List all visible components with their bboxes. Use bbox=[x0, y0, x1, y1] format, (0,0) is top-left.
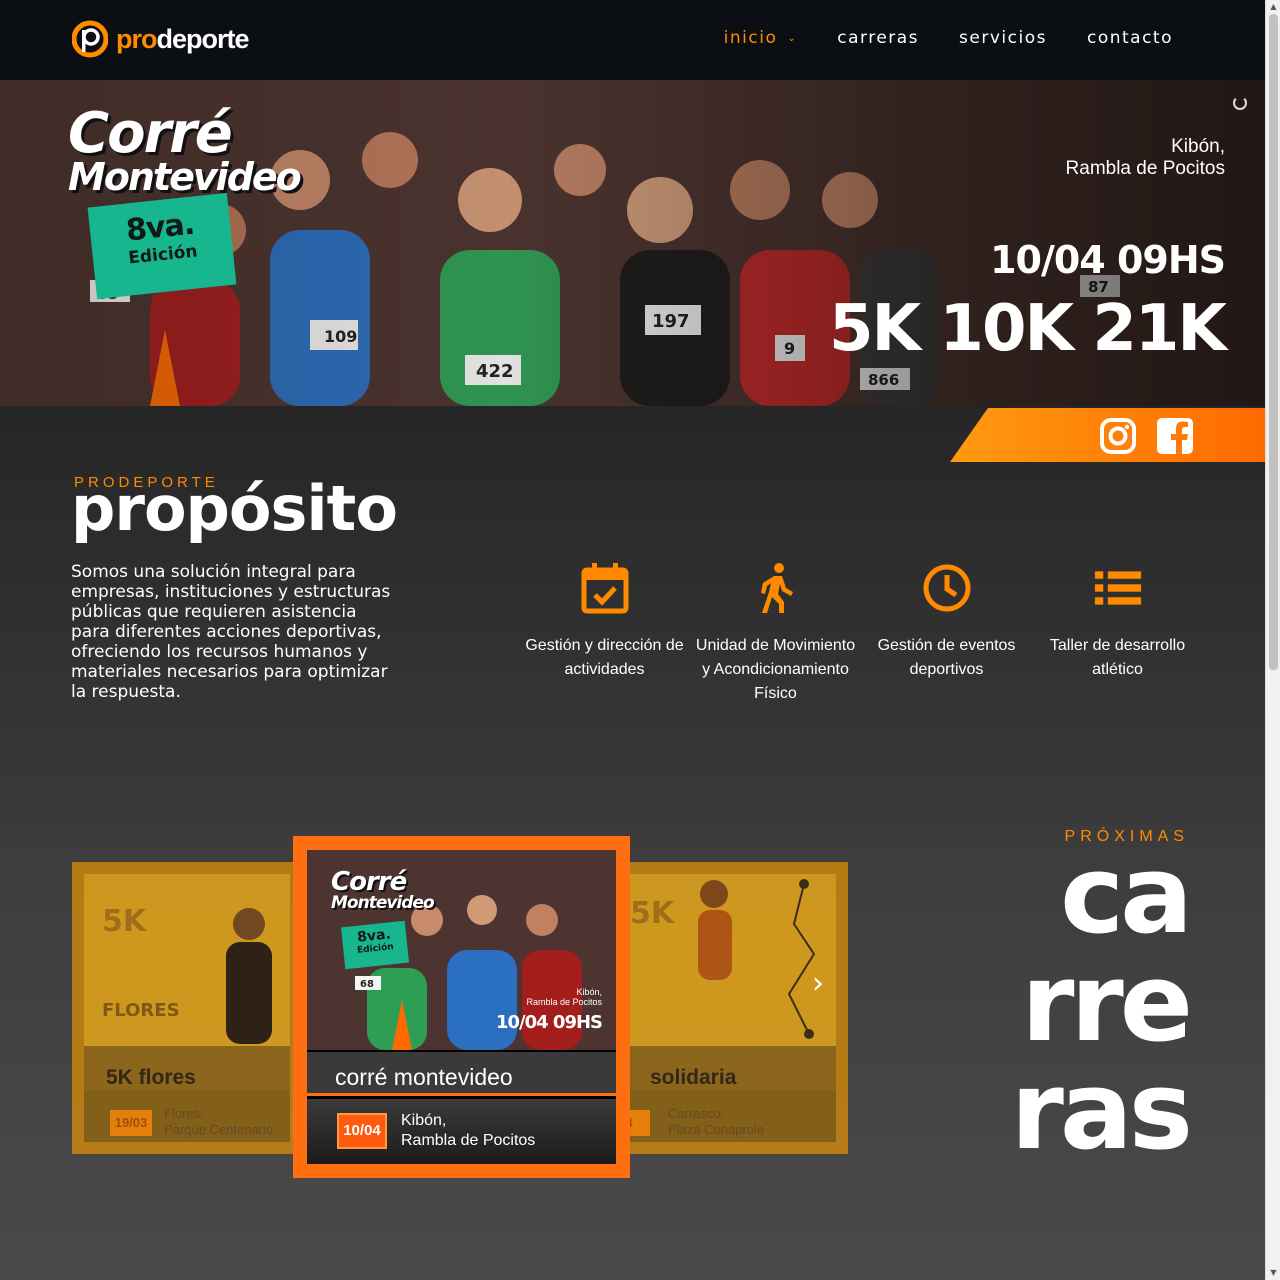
service-item[interactable]: Unidad de Movimiento y Acondicionamiento… bbox=[690, 562, 861, 706]
race-card-solidaria[interactable]: 5K solidaria 4 Carrasco, Plaza Conaprole bbox=[612, 862, 848, 1154]
nav-carreras[interactable]: carreras bbox=[837, 28, 919, 48]
logo-text-deporte: deporte bbox=[156, 23, 250, 54]
prodeporte-logo[interactable]: prodeporte bbox=[71, 20, 250, 58]
scrollbar-thumb[interactable] bbox=[1269, 14, 1278, 670]
poster-title-line1: Corré bbox=[331, 867, 407, 897]
chevron-down-icon: ⌄ bbox=[787, 32, 798, 44]
list-icon bbox=[1094, 562, 1142, 614]
nav-contacto[interactable]: contacto bbox=[1087, 28, 1173, 48]
hero-banner: 68 109 422 197 866 87 9 Corré Montevideo… bbox=[0, 80, 1265, 406]
instagram-icon[interactable] bbox=[1100, 418, 1136, 454]
scroll-down-arrow-icon[interactable]: ▼ bbox=[1266, 1266, 1280, 1280]
page-scrollbar[interactable]: ▲ ▼ bbox=[1265, 0, 1280, 1280]
facebook-icon[interactable] bbox=[1157, 418, 1193, 454]
purpose-section: PRODEPORTE propósito Somos una solución … bbox=[0, 406, 1265, 826]
race-card-date: 19/03 bbox=[110, 1110, 152, 1136]
race-card-place-line1: Flores, bbox=[164, 1106, 204, 1121]
race-card-place: Carrasco, Plaza Conaprole bbox=[668, 1106, 764, 1137]
service-label: Gestión de eventos deportivos bbox=[877, 637, 1016, 678]
hero-title-line2: Montevideo bbox=[68, 154, 302, 199]
race-card-place-line2: Rambla de Pocitos bbox=[401, 1132, 536, 1149]
race-card-sub: FLORES bbox=[102, 1000, 180, 1021]
purpose-title: propósito bbox=[71, 472, 398, 545]
clock-icon bbox=[923, 562, 971, 614]
hero-edition-badge: 8va. Edición bbox=[87, 192, 237, 300]
logo-wordmark: prodeporte bbox=[116, 23, 250, 55]
service-item[interactable]: Gestión y dirección de actividades bbox=[519, 562, 690, 706]
races-title-line2: rre bbox=[1021, 941, 1193, 1066]
hero-datetime: 10/04 09HS bbox=[990, 238, 1226, 282]
race-card-place: Flores, Parque Centenario bbox=[164, 1106, 273, 1137]
services-list: Gestión y dirección de actividades Unida… bbox=[519, 562, 1203, 706]
service-label: Gestión y dirección de actividades bbox=[525, 637, 684, 678]
hero-location: Kibón, Rambla de Pocitos bbox=[1066, 136, 1225, 180]
races-title-line3: ras bbox=[1010, 1049, 1193, 1174]
service-label: Unidad de Movimiento y Acondicionamiento… bbox=[695, 637, 856, 702]
poster-place: Kibón, Rambla de Pocitos bbox=[526, 987, 602, 1008]
upcoming-races-section: 5K FLORES 5K flores 19/03 Flores, Parque… bbox=[0, 826, 1265, 1280]
race-card-name: solidaria bbox=[650, 1066, 737, 1089]
race-card-corre-montevideo[interactable]: 68 Corré Montevideo 8va. Edición Kibón, … bbox=[293, 836, 630, 1178]
races-title-line1: ca bbox=[1060, 833, 1193, 958]
nav-servicios[interactable]: servicios bbox=[959, 28, 1047, 48]
race-card-name: 5K flores bbox=[106, 1066, 196, 1089]
poster-title: Corré Montevideo bbox=[331, 867, 435, 913]
service-item[interactable]: Gestión de eventos deportivos bbox=[861, 562, 1032, 706]
runner-photo bbox=[226, 908, 272, 1044]
nav-inicio[interactable]: inicio ⌄ bbox=[724, 28, 798, 48]
walking-person-icon bbox=[752, 562, 800, 614]
social-links-bar bbox=[950, 408, 1265, 462]
top-navbar: prodeporte inicio ⌄ carreras servicios co… bbox=[0, 0, 1265, 80]
hero-place-line2: Rambla de Pocitos bbox=[1065, 157, 1225, 179]
race-card-tag: 5K bbox=[102, 904, 147, 939]
hero-title-line1: Corré bbox=[68, 101, 233, 166]
race-card-name: corré montevideo bbox=[307, 1052, 616, 1096]
race-card-place-line2: Plaza Conaprole bbox=[668, 1121, 765, 1137]
hero-place-line1: Kibón, bbox=[1171, 136, 1225, 157]
carousel-next-arrow-icon[interactable]: › bbox=[812, 966, 824, 1001]
runner-photo bbox=[698, 879, 816, 1039]
race-card-place-line1: Carrasco, bbox=[668, 1106, 725, 1121]
scroll-up-arrow-icon[interactable]: ▲ bbox=[1266, 0, 1280, 14]
hero-distances: 5K 10K 21K bbox=[829, 292, 1227, 366]
calendar-check-icon bbox=[581, 562, 629, 614]
race-card-place-line2: Parque Centenario bbox=[164, 1121, 274, 1137]
logo-text-pro: pro bbox=[116, 23, 157, 54]
poster-place-line2: Rambla de Pocitos bbox=[526, 996, 602, 1007]
race-card-place: Kibón, Rambla de Pocitos bbox=[401, 1111, 535, 1151]
poster-bib: 68 bbox=[360, 979, 374, 990]
race-card-5k-flores[interactable]: 5K FLORES 5K flores 19/03 Flores, Parque… bbox=[72, 862, 302, 1154]
poster-datetime: 10/04 09HS bbox=[495, 1012, 603, 1033]
race-card-footer: 10/04 Kibón, Rambla de Pocitos bbox=[307, 1099, 616, 1164]
poster-edition-badge: 8va. Edición bbox=[340, 920, 410, 970]
hero-event-title: Corré Montevideo bbox=[68, 101, 302, 199]
service-item[interactable]: Taller de desarrollo atlético bbox=[1032, 562, 1203, 706]
main-nav: inicio ⌄ carreras servicios contacto bbox=[724, 28, 1173, 48]
race-card-poster: 68 Corré Montevideo 8va. Edición Kibón, … bbox=[307, 850, 616, 1050]
purpose-description: Somos una solución integral para empresa… bbox=[71, 562, 391, 703]
loading-spinner-icon bbox=[1233, 96, 1247, 110]
service-label: Taller de desarrollo atlético bbox=[1049, 637, 1186, 678]
races-heading: PRÓXIMAS ca rre ras bbox=[1010, 828, 1193, 1174]
logo-mark-icon bbox=[71, 20, 109, 58]
race-card-date: 10/04 bbox=[337, 1113, 387, 1149]
nav-inicio-label: inicio bbox=[723, 28, 778, 48]
poster-title-line2: Montevideo bbox=[331, 892, 435, 913]
race-card-place-line1: Kibón, bbox=[401, 1112, 447, 1129]
